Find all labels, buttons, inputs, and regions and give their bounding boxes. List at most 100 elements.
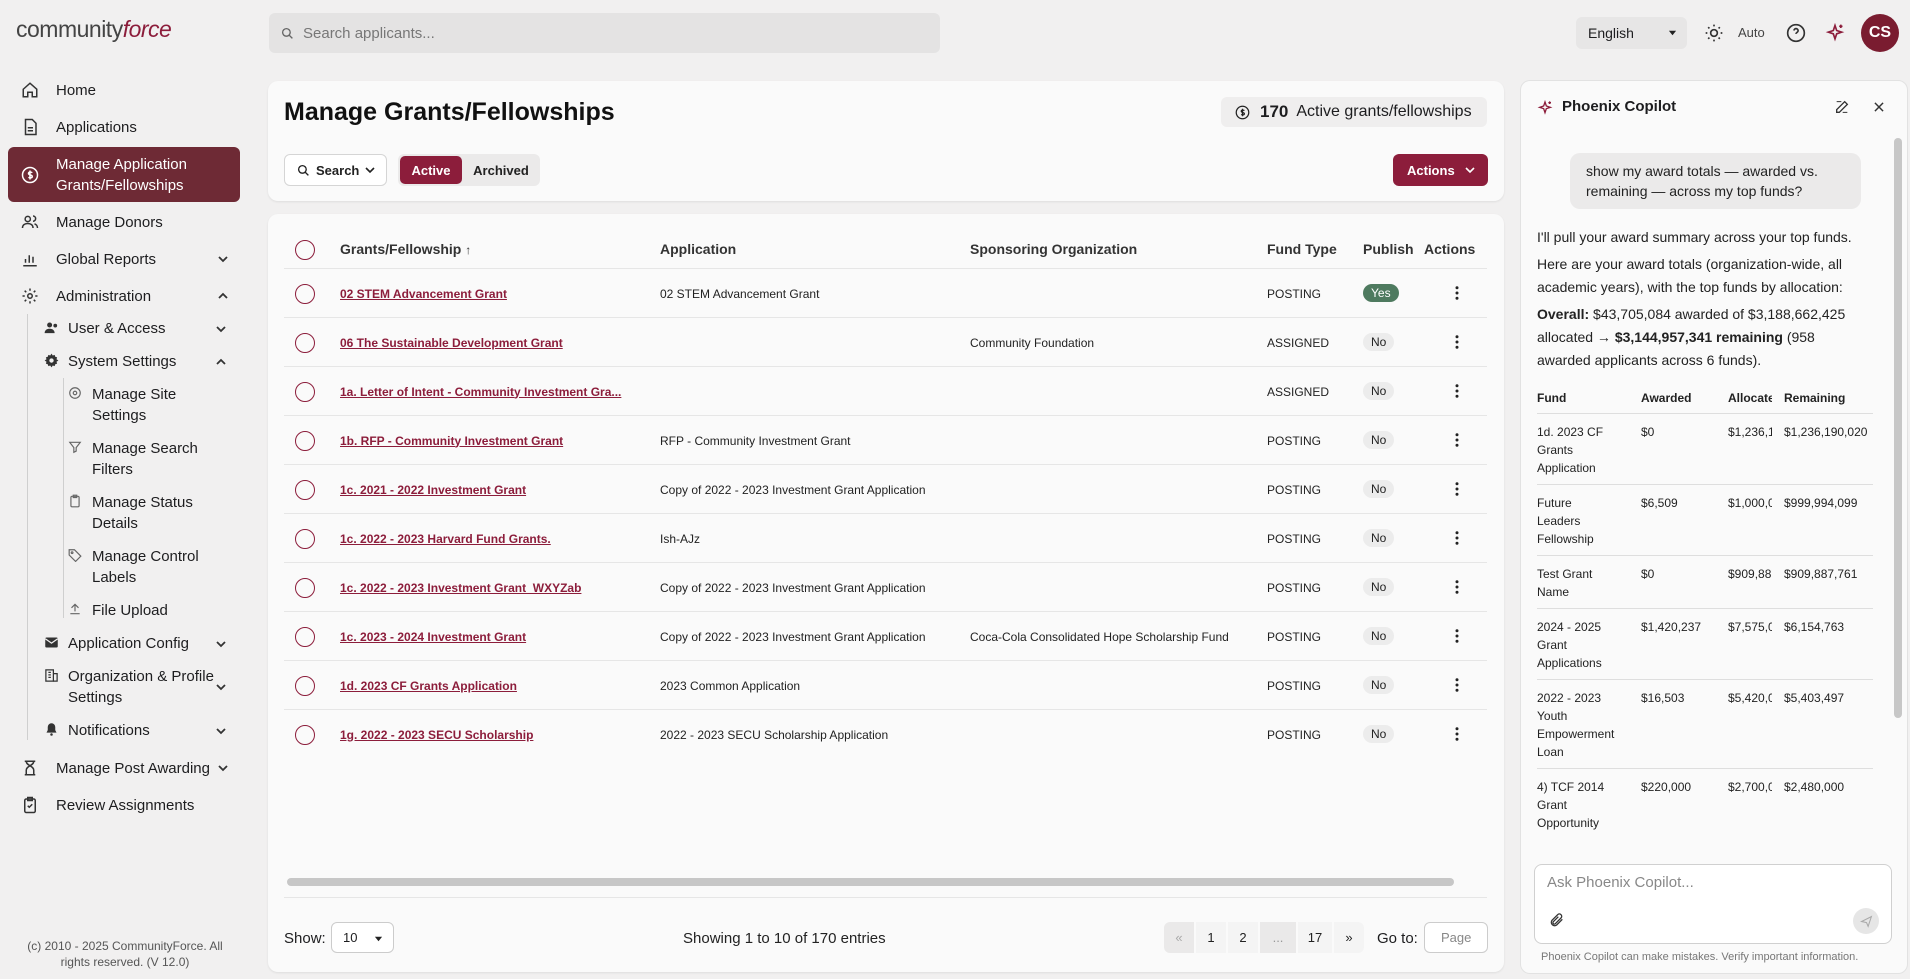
page-size-select[interactable]: 10 <box>331 922 394 953</box>
table-row[interactable]: 02 STEM Advancement Grant 02 STEM Advance… <box>284 268 1487 317</box>
row-select-radio[interactable] <box>295 480 315 500</box>
grant-name-link[interactable]: 1d. 2023 CF Grants Application <box>340 661 640 710</box>
col-header-application[interactable]: Application <box>660 241 736 257</box>
assistant-overall: Overall: $43,705,084 awarded of $3,188,6… <box>1537 303 1867 372</box>
nav-user-access[interactable]: User & Access <box>44 318 236 339</box>
app-logo[interactable]: communityforce <box>16 16 172 43</box>
nav-file-upload[interactable]: File Upload <box>68 600 208 621</box>
grant-name-link[interactable]: 1b. RFP - Community Investment Grant <box>340 416 640 465</box>
assistant-reply-summary: Here are your award totals (organization… <box>1537 256 1843 295</box>
more-vertical-icon[interactable] <box>1448 578 1466 596</box>
copilot-input[interactable]: Ask Phoenix Copilot... <box>1534 864 1892 944</box>
table-row[interactable]: 1g. 2022 - 2023 SECU Scholarship 2022 - 2… <box>284 709 1487 758</box>
table-row[interactable]: 1c. 2023 - 2024 Investment Grant Copy of … <box>284 611 1487 660</box>
more-vertical-icon[interactable] <box>1448 627 1466 645</box>
nav-manage-search-filters[interactable]: Manage Search Filters <box>68 438 208 480</box>
tab-archived[interactable]: Archived <box>464 156 538 184</box>
page-button-17[interactable]: 17 <box>1298 922 1332 953</box>
goto-page-input[interactable]: Page <box>1424 922 1488 953</box>
nav-manage-site-settings[interactable]: Manage Site Settings <box>68 384 208 426</box>
page-button-1[interactable]: 1 <box>1196 922 1226 953</box>
row-select-radio[interactable] <box>295 529 315 549</box>
more-vertical-icon[interactable] <box>1448 480 1466 498</box>
nav-application-config[interactable]: Application Config <box>44 633 236 654</box>
grant-name-link[interactable]: 06 The Sustainable Development Grant <box>340 318 640 367</box>
grant-name-link[interactable]: 1c. 2022 - 2023 Harvard Fund Grants. <box>340 514 640 563</box>
settings-icon <box>68 386 84 402</box>
nav-organization-profile[interactable]: Organization & Profile Settings <box>44 666 236 708</box>
attach-icon[interactable] <box>1549 912 1565 928</box>
nav-manage-post-awarding[interactable]: Manage Post Awarding <box>8 756 240 780</box>
more-vertical-icon[interactable] <box>1448 382 1466 400</box>
grant-name-link[interactable]: 1c. 2021 - 2022 Investment Grant <box>340 465 640 514</box>
row-select-radio[interactable] <box>295 431 315 451</box>
grant-name-link[interactable]: 02 STEM Advancement Grant <box>340 269 640 318</box>
table-row[interactable]: 1c. 2022 - 2023 Harvard Fund Grants. Ish-… <box>284 513 1487 562</box>
prev-page-button[interactable]: « <box>1164 922 1194 953</box>
application-cell: Copy of 2022 - 2023 Investment Grant App… <box>660 629 926 644</box>
nav-global-reports[interactable]: Global Reports <box>8 247 240 271</box>
horizontal-scrollbar[interactable] <box>287 878 1454 886</box>
row-select-radio[interactable] <box>295 284 315 304</box>
col-header-sponsor[interactable]: Sponsoring Organization <box>970 241 1137 257</box>
select-all-radio[interactable] <box>295 240 315 260</box>
more-vertical-icon[interactable] <box>1448 284 1466 302</box>
nav-applications[interactable]: Applications <box>8 115 240 139</box>
theme-mode-label[interactable]: Auto <box>1738 25 1765 40</box>
table-row[interactable]: 1b. RFP - Community Investment Grant RFP … <box>284 415 1487 464</box>
more-vertical-icon[interactable] <box>1448 529 1466 547</box>
nav-manage-control-labels[interactable]: Manage Control Labels <box>68 546 208 588</box>
grant-name-link[interactable]: 1c. 2022 - 2023 Investment Grant_WXYZab <box>340 563 640 612</box>
nav-notifications[interactable]: Notifications <box>44 720 236 741</box>
table-row[interactable]: 06 The Sustainable Development Grant Comm… <box>284 317 1487 366</box>
search-filter-button[interactable]: Search <box>284 154 387 186</box>
nav-manage-grants-label: Manage Application Grants/Fellowships <box>56 155 187 194</box>
more-vertical-icon[interactable] <box>1448 676 1466 694</box>
row-select-radio[interactable] <box>295 676 315 696</box>
tab-active[interactable]: Active <box>400 156 462 184</box>
grant-name-link[interactable]: 1g. 2022 - 2023 SECU Scholarship <box>340 710 640 759</box>
application-cell: 2023 Common Application <box>660 678 801 693</box>
nav-system-settings[interactable]: System Settings <box>44 351 236 372</box>
edit-icon[interactable] <box>1834 99 1850 115</box>
chevron-down-icon <box>216 639 226 649</box>
nav-manage-grants[interactable]: Manage Application Grants/Fellowships <box>8 147 240 202</box>
sun-icon[interactable] <box>1704 23 1724 43</box>
sponsor-cell <box>970 514 1260 563</box>
page-button-2[interactable]: 2 <box>1228 922 1258 953</box>
grant-name-link[interactable]: 1a. Letter of Intent - Community Investm… <box>340 367 640 416</box>
row-select-radio[interactable] <box>295 333 315 353</box>
table-row[interactable]: 1d. 2023 CF Grants Application 2023 Commo… <box>284 660 1487 709</box>
nav-review-assignments[interactable]: Review Assignments <box>8 793 240 817</box>
row-select-radio[interactable] <box>295 578 315 598</box>
table-row[interactable]: 1c. 2022 - 2023 Investment Grant_WXYZab C… <box>284 562 1487 611</box>
grant-name-link[interactable]: 1c. 2023 - 2024 Investment Grant <box>340 612 640 661</box>
nav-manage-donors[interactable]: Manage Donors <box>8 210 240 234</box>
help-icon[interactable] <box>1786 23 1806 43</box>
nav-administration[interactable]: Administration <box>8 284 240 308</box>
language-select[interactable]: English <box>1576 17 1687 49</box>
actions-button[interactable]: Actions <box>1393 154 1488 186</box>
entries-summary: Showing 1 to 10 of 170 entries <box>683 930 886 947</box>
send-button[interactable] <box>1853 908 1879 934</box>
next-page-button[interactable]: » <box>1334 922 1364 953</box>
more-vertical-icon[interactable] <box>1448 725 1466 743</box>
search-input[interactable]: Search applicants... <box>269 13 940 53</box>
table-row[interactable]: 1a. Letter of Intent - Community Investm… <box>284 366 1487 415</box>
row-select-radio[interactable] <box>295 627 315 647</box>
copilot-scrollbar[interactable] <box>1894 138 1902 718</box>
more-vertical-icon[interactable] <box>1448 333 1466 351</box>
more-vertical-icon[interactable] <box>1448 431 1466 449</box>
close-icon[interactable] <box>1872 100 1886 114</box>
row-select-radio[interactable] <box>295 725 315 745</box>
table-row[interactable]: 1c. 2021 - 2022 Investment Grant Copy of … <box>284 464 1487 513</box>
col-header-fund-type[interactable]: Fund Type <box>1267 241 1337 257</box>
col-header-publish[interactable]: Publish <box>1363 241 1414 257</box>
fund-allocated: $5,420,000 <box>1728 691 1772 705</box>
nav-home[interactable]: Home <box>8 78 240 102</box>
user-avatar[interactable]: CS <box>1861 14 1899 52</box>
row-select-radio[interactable] <box>295 382 315 402</box>
sparkle-icon[interactable] <box>1825 23 1845 43</box>
col-header-name[interactable]: Grants/Fellowship ↑ <box>340 241 471 257</box>
nav-manage-status-details[interactable]: Manage Status Details <box>68 492 208 534</box>
